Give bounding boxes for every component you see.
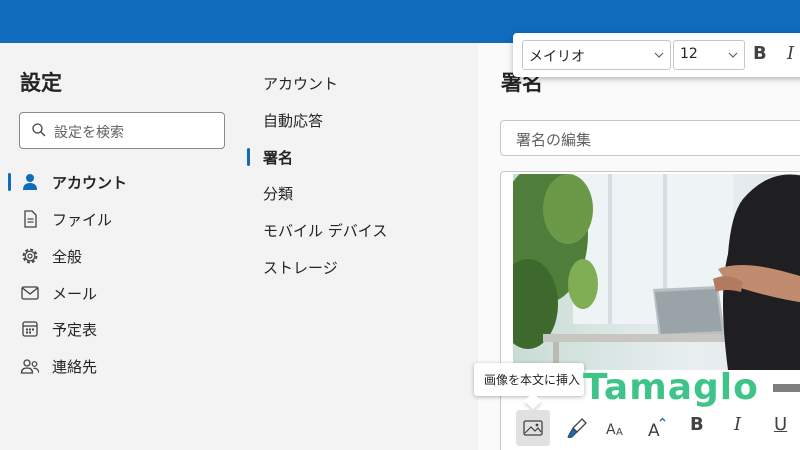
subnav-label: 自動応答 bbox=[263, 112, 324, 130]
calendar-icon bbox=[22, 321, 38, 337]
nav-item-mail[interactable]: メール bbox=[0, 276, 247, 310]
gear-icon bbox=[22, 248, 38, 264]
active-indicator bbox=[8, 173, 11, 191]
nav-label: アカウント bbox=[52, 174, 128, 192]
subnav-item-auto-reply[interactable]: 自動応答 bbox=[263, 105, 463, 135]
settings-search-input[interactable]: 設定を検索 bbox=[19, 112, 225, 149]
subnav-label: モバイル デバイス bbox=[263, 222, 388, 240]
font-select-value: メイリオ bbox=[529, 49, 585, 65]
italic-button[interactable]: I bbox=[734, 414, 741, 435]
subnav-item-account[interactable]: アカウント bbox=[263, 68, 463, 98]
font-size-button[interactable]: A A bbox=[600, 410, 634, 446]
search-icon bbox=[32, 123, 46, 137]
nav-item-general[interactable]: 全般 bbox=[0, 239, 247, 273]
font-size-value: 12 bbox=[680, 46, 698, 62]
subnav-label: ストレージ bbox=[263, 259, 338, 277]
tooltip-text: 画像を本文に挿入 bbox=[484, 373, 581, 387]
nav-item-account[interactable]: アカウント bbox=[0, 165, 247, 199]
person-icon bbox=[23, 174, 37, 190]
subnav-item-mobile-devices[interactable]: モバイル デバイス bbox=[263, 215, 463, 245]
paintbrush-icon bbox=[567, 418, 587, 438]
nav-label: メール bbox=[52, 285, 98, 303]
watermark-logo: Tamaglo bbox=[583, 367, 759, 408]
insert-image-button[interactable] bbox=[516, 410, 550, 446]
file-icon bbox=[24, 210, 37, 228]
insert-image-tooltip: 画像を本文に挿入 bbox=[474, 363, 584, 396]
svg-text:A: A bbox=[616, 427, 623, 438]
font-size-icon: A A bbox=[606, 422, 623, 438]
signature-editor[interactable] bbox=[500, 171, 800, 450]
nav-item-contacts[interactable]: 連絡先 bbox=[0, 349, 247, 383]
active-indicator bbox=[247, 148, 250, 166]
nav-label: 全般 bbox=[52, 248, 83, 266]
text-effects-button[interactable]: A bbox=[640, 410, 674, 446]
settings-pane: 設定 設定を検索 アカウント ファイル 全般 メール 予定表 連絡先 bbox=[0, 43, 247, 450]
nav-label: 連絡先 bbox=[52, 358, 98, 376]
watermark-dash bbox=[773, 384, 800, 392]
subnav-label: アカウント bbox=[263, 75, 339, 93]
image-icon bbox=[523, 420, 543, 436]
signature-image[interactable] bbox=[513, 174, 800, 370]
account-subnav: アカウント 自動応答 署名 分類 モバイル デバイス ストレージ bbox=[247, 43, 478, 450]
font-select[interactable]: メイリオ bbox=[522, 40, 671, 70]
settings-title: 設定 bbox=[20, 71, 62, 95]
nav-label: ファイル bbox=[52, 211, 113, 229]
chevron-down-icon bbox=[728, 52, 738, 58]
format-toolbar: メイリオ 12 B I bbox=[513, 33, 800, 77]
subnav-label: 分類 bbox=[263, 185, 294, 203]
font-size-select[interactable]: 12 bbox=[673, 40, 745, 70]
bold-button[interactable]: B bbox=[753, 43, 767, 64]
signature-name-input[interactable]: 署名の編集 bbox=[500, 120, 800, 156]
subnav-label: 署名 bbox=[263, 149, 294, 167]
search-placeholder: 設定を検索 bbox=[54, 125, 124, 141]
italic-button[interactable]: I bbox=[787, 43, 794, 64]
font-grow-icon: A bbox=[648, 417, 666, 441]
nav-label: 予定表 bbox=[52, 321, 98, 339]
svg-text:A: A bbox=[648, 421, 660, 441]
underline-button[interactable]: U bbox=[774, 414, 787, 435]
nav-item-calendar[interactable]: 予定表 bbox=[0, 312, 247, 346]
bold-button[interactable]: B bbox=[690, 414, 704, 435]
chevron-down-icon bbox=[654, 52, 664, 58]
mail-icon bbox=[21, 286, 39, 300]
nav-item-file[interactable]: ファイル bbox=[0, 202, 247, 236]
svg-text:A: A bbox=[606, 422, 616, 438]
subnav-item-storage[interactable]: ストレージ bbox=[263, 252, 463, 282]
signature-name-placeholder: 署名の編集 bbox=[516, 131, 592, 149]
subnav-item-categories[interactable]: 分類 bbox=[263, 178, 463, 208]
format-painter-button[interactable] bbox=[560, 410, 594, 446]
people-icon bbox=[20, 359, 40, 374]
subnav-item-signature[interactable]: 署名 bbox=[247, 142, 463, 172]
